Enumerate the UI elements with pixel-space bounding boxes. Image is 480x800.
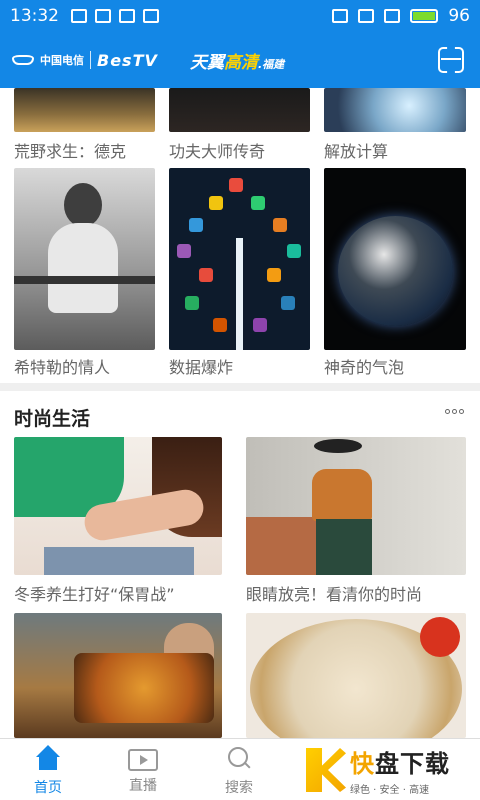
image-notification-icon: [71, 9, 87, 23]
thumb-bubble: [338, 216, 453, 326]
thumb-icon-dot: [213, 318, 227, 332]
nav-home[interactable]: 首页: [3, 739, 93, 800]
video-thumb-5[interactable]: [169, 168, 310, 350]
watermark-main-2: 盘下载: [375, 750, 450, 778]
thumb-hat: [314, 439, 362, 453]
thumb-figure-head: [64, 183, 102, 227]
thumb-icon-dot: [273, 218, 287, 232]
watermark-k-icon: [306, 748, 346, 792]
logo-separator: [90, 51, 91, 69]
thumb-icon-dot: [267, 268, 281, 282]
thumb-icon-dot: [253, 318, 267, 332]
nav-search[interactable]: 搜索: [194, 739, 284, 800]
watermark-logo: 快盘下载 绿色 · 安全 · 高速: [306, 742, 476, 798]
video-caption-4[interactable]: 希特勒的情人: [14, 354, 155, 378]
thumb-icon-dot: [185, 296, 199, 310]
nav-live[interactable]: 直播: [98, 739, 188, 800]
thumb-icon-dot: [177, 244, 191, 258]
tv-icon: [128, 749, 158, 771]
thumb-sweater: [312, 469, 372, 521]
thumb-figure-bar: [14, 276, 155, 284]
header-title: 天翼高清.福建: [190, 48, 284, 73]
thumb-tomato: [420, 617, 460, 657]
title-suffix: .福建: [258, 58, 285, 71]
wifi-icon: [358, 9, 375, 23]
article-thumb-1[interactable]: [14, 437, 222, 575]
watermark-sub: 绿色 · 安全 · 高速: [350, 785, 430, 796]
video-caption-2[interactable]: 功夫大师传奇: [169, 138, 310, 162]
battery-icon: [410, 9, 439, 23]
title-part1: 天翼: [190, 53, 224, 73]
vibrate-icon: [332, 9, 349, 23]
video-caption-6[interactable]: 神奇的气泡: [324, 354, 466, 378]
battery-level: 96: [448, 6, 470, 26]
brand-name: BesTV: [97, 50, 158, 70]
status-right-icons: 96: [332, 6, 470, 26]
section-title: 时尚生活: [14, 408, 91, 430]
app-logo: 中国电信 BesTV: [12, 51, 158, 70]
watermark-text: 快盘下载 绿色 · 安全 · 高速: [350, 744, 450, 796]
thumb-icon-dot: [281, 296, 295, 310]
thumb-icon-dot: [251, 196, 265, 210]
video-thumb-6[interactable]: [324, 168, 466, 350]
status-time: 13:32: [10, 6, 59, 26]
share-notification-icon: [95, 9, 111, 23]
status-bar: 13:32 96: [0, 0, 480, 32]
thumb-tree-trunk: [236, 238, 243, 350]
thumb-icon-dot: [209, 196, 223, 210]
nav-live-label: 直播: [129, 778, 157, 794]
video-caption-5[interactable]: 数据爆炸: [169, 354, 310, 378]
article-thumb-2[interactable]: [246, 437, 466, 575]
video-thumb-3[interactable]: [324, 88, 466, 132]
usb-icon: [119, 9, 135, 23]
main-content[interactable]: 荒野求生：德克 功夫大师传奇 解放计算 希特勒的情人 数据爆炸 神奇的气泡 时尚…: [0, 88, 480, 738]
sim-icon: [384, 9, 401, 23]
video-caption-1[interactable]: 荒野求生：德克: [14, 138, 155, 162]
thumb-icon-dot: [199, 268, 213, 282]
download-icon: [143, 9, 159, 23]
status-left-icons: [71, 9, 159, 23]
thumb-food: [74, 653, 214, 723]
thumb-figure-body: [48, 223, 118, 313]
carrier-name: 中国电信: [40, 54, 84, 67]
watermark-main-1: 快: [350, 750, 375, 778]
home-icon: [33, 745, 63, 773]
thumb-icon-dot: [229, 178, 243, 192]
article-caption-2[interactable]: 眼睛放亮！看清你的时尚: [246, 581, 466, 605]
thumb-jean: [44, 547, 194, 575]
thumb-icon-dot: [287, 244, 301, 258]
app-header: 中国电信 BesTV 天翼高清.福建: [0, 32, 480, 88]
scan-icon[interactable]: [438, 47, 464, 73]
search-icon: [224, 745, 254, 773]
article-caption-1[interactable]: 冬季养生打好“保胃战”: [14, 581, 222, 605]
nav-home-label: 首页: [34, 780, 62, 796]
video-thumb-2[interactable]: [169, 88, 310, 132]
more-icon[interactable]: [445, 409, 464, 414]
article-thumb-3[interactable]: [14, 613, 222, 738]
carrier-logo-icon: [12, 55, 34, 65]
section-divider: [0, 383, 480, 391]
video-caption-3[interactable]: 解放计算: [324, 138, 466, 162]
video-thumb-1[interactable]: [14, 88, 155, 132]
article-thumb-4[interactable]: [246, 613, 466, 738]
thumb-skirt: [316, 519, 372, 575]
video-thumb-4[interactable]: [14, 168, 155, 350]
thumb-icon-dot: [189, 218, 203, 232]
nav-search-label: 搜索: [225, 780, 253, 796]
title-part2: 高清: [224, 53, 258, 73]
